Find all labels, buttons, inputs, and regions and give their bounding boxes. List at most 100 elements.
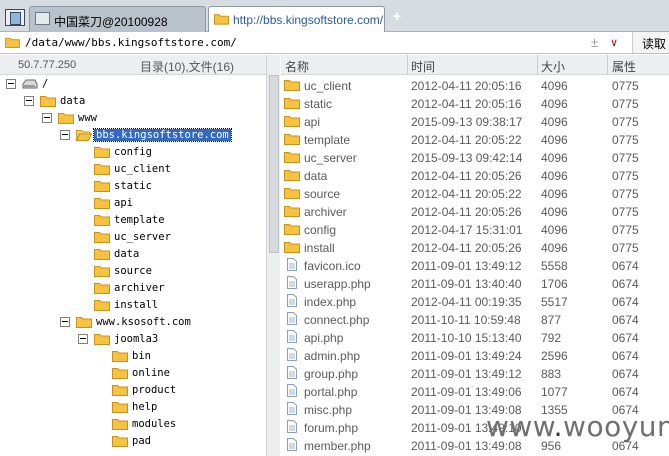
tab-chinese-chopper[interactable]: 中国菜刀@20100928 bbox=[29, 6, 206, 32]
tree-item[interactable]: help bbox=[0, 399, 266, 416]
tree-item[interactable]: install bbox=[0, 297, 266, 314]
path-input[interactable]: /data/www/bbs.kingsoftstore.com/ bbox=[25, 36, 237, 49]
tree-item[interactable]: www bbox=[0, 110, 266, 127]
tree-item-label: template bbox=[114, 214, 165, 226]
tree-item[interactable]: bbs.kingsoftstore.com bbox=[0, 127, 266, 144]
file-row[interactable]: index.php 2012-04-11 00:19:35 5517 0674 bbox=[281, 292, 669, 310]
file-attr: 0674 bbox=[612, 367, 639, 381]
app-menu-icon[interactable] bbox=[5, 9, 25, 26]
collapse-toggle[interactable] bbox=[60, 130, 70, 140]
window-icon bbox=[35, 12, 50, 25]
file-icon bbox=[287, 330, 297, 343]
file-attr: 0775 bbox=[612, 169, 639, 183]
file-icon bbox=[287, 366, 297, 379]
column-size[interactable]: 大小 bbox=[541, 58, 565, 75]
file-attr: 0775 bbox=[612, 133, 639, 147]
tree-item[interactable]: bin bbox=[0, 348, 266, 365]
file-row[interactable]: connect.php 2011-10-11 10:59:48 877 0674 bbox=[281, 310, 669, 328]
add-bookmark-button[interactable]: ± bbox=[591, 35, 598, 50]
tree-item[interactable]: online bbox=[0, 365, 266, 382]
tree-item[interactable]: modules bbox=[0, 416, 266, 433]
collapse-toggle[interactable] bbox=[6, 79, 16, 89]
tree-item[interactable]: uc_server bbox=[0, 229, 266, 246]
collapse-toggle[interactable] bbox=[42, 113, 52, 123]
chevron-down-icon[interactable]: ∨ bbox=[610, 36, 618, 49]
file-size: 5558 bbox=[541, 259, 568, 273]
tree-scrollbar[interactable] bbox=[266, 55, 280, 456]
file-row[interactable]: uc_client 2012-04-11 20:05:16 4096 0775 bbox=[281, 76, 669, 94]
folder-icon bbox=[94, 164, 110, 175]
new-tab-button[interactable]: + bbox=[390, 9, 404, 24]
tree-item[interactable]: www.ksosoft.com bbox=[0, 314, 266, 331]
tree-item[interactable]: archiver bbox=[0, 280, 266, 297]
tree-item-label: data bbox=[60, 95, 86, 107]
column-divider[interactable] bbox=[607, 55, 608, 75]
column-name[interactable]: 名称 bbox=[285, 58, 309, 75]
tree-item[interactable]: data bbox=[0, 93, 266, 110]
file-name: portal.php bbox=[304, 385, 358, 399]
scrollbar-thumb[interactable] bbox=[269, 75, 279, 253]
file-name: forum.php bbox=[304, 421, 359, 435]
file-size: 4096 bbox=[541, 241, 568, 255]
tree-header: 50.7.77.250 目录(10),文件(16) bbox=[0, 55, 268, 75]
folder-icon bbox=[284, 242, 300, 253]
tree-item[interactable]: template bbox=[0, 212, 266, 229]
tree-item[interactable]: uc_client bbox=[0, 161, 266, 178]
tree-item[interactable]: joomla3 bbox=[0, 331, 266, 348]
file-time: 2011-10-10 15:13:40 bbox=[411, 331, 522, 345]
file-time: 2012-04-11 20:05:26 bbox=[411, 241, 522, 255]
file-row[interactable]: api 2015-09-13 09:38:17 4096 0775 bbox=[281, 112, 669, 130]
folder-icon bbox=[94, 249, 110, 260]
file-row[interactable]: portal.php 2011-09-01 13:49:06 1077 0674 bbox=[281, 382, 669, 400]
read-button[interactable]: 读取 bbox=[632, 32, 669, 53]
file-size: 4096 bbox=[541, 133, 568, 147]
tab-bbs-kingsoftstore[interactable]: http://bbs.kingsoftstore.com/... bbox=[208, 6, 385, 32]
file-attr: 0674 bbox=[612, 349, 639, 363]
file-attr: 0775 bbox=[612, 97, 639, 111]
file-time: 2015-09-13 09:38:17 bbox=[411, 115, 523, 129]
tree-item-label: www bbox=[78, 112, 97, 124]
column-divider[interactable] bbox=[537, 55, 538, 75]
file-icon bbox=[287, 312, 297, 325]
folder-open-icon bbox=[76, 130, 92, 141]
file-row[interactable]: api.php 2011-10-10 15:13:40 792 0674 bbox=[281, 328, 669, 346]
file-row[interactable]: uc_server 2015-09-13 09:42:14 4096 0775 bbox=[281, 148, 669, 166]
file-row[interactable]: archiver 2012-04-11 20:05:26 4096 0775 bbox=[281, 202, 669, 220]
tree-item[interactable]: api bbox=[0, 195, 266, 212]
file-attr: 0674 bbox=[612, 259, 639, 273]
file-name: uc_server bbox=[304, 151, 357, 165]
file-attr: 0674 bbox=[612, 331, 639, 345]
file-row[interactable]: userapp.php 2011-09-01 13:40:40 1706 0674 bbox=[281, 274, 669, 292]
file-row[interactable]: group.php 2011-09-01 13:49:12 883 0674 bbox=[281, 364, 669, 382]
file-attr: 0775 bbox=[612, 223, 639, 237]
tree-item[interactable]: source bbox=[0, 263, 266, 280]
tree-item-label: online bbox=[132, 367, 170, 379]
tree-item[interactable]: pad bbox=[0, 433, 266, 450]
collapse-toggle[interactable] bbox=[24, 96, 34, 106]
column-attr[interactable]: 属性 bbox=[612, 58, 636, 75]
file-icon bbox=[287, 348, 297, 361]
file-time: 2012-04-11 00:19:35 bbox=[411, 295, 522, 309]
tree-item[interactable]: static bbox=[0, 178, 266, 195]
file-row[interactable]: source 2012-04-11 20:05:22 4096 0775 bbox=[281, 184, 669, 202]
tree-item[interactable]: / bbox=[0, 76, 266, 93]
tree-item[interactable]: data bbox=[0, 246, 266, 263]
file-name: install bbox=[304, 241, 335, 255]
tree-item[interactable]: config bbox=[0, 144, 266, 161]
file-row[interactable]: config 2012-04-17 15:31:01 4096 0775 bbox=[281, 220, 669, 238]
file-row[interactable]: template 2012-04-11 20:05:22 4096 0775 bbox=[281, 130, 669, 148]
collapse-toggle[interactable] bbox=[60, 317, 70, 327]
column-divider[interactable] bbox=[407, 55, 408, 75]
collapse-toggle[interactable] bbox=[78, 334, 88, 344]
file-name: static bbox=[304, 97, 333, 111]
column-time[interactable]: 时间 bbox=[411, 58, 435, 75]
file-name: api bbox=[304, 115, 321, 129]
file-row[interactable]: static 2012-04-11 20:05:16 4096 0775 bbox=[281, 94, 669, 112]
file-row[interactable]: admin.php 2011-09-01 13:49:24 2596 0674 bbox=[281, 346, 669, 364]
file-row[interactable]: data 2012-04-11 20:05:26 4096 0775 bbox=[281, 166, 669, 184]
folder-icon bbox=[112, 368, 128, 379]
file-time: 2011-09-01 13:40:40 bbox=[411, 277, 522, 291]
file-row[interactable]: favicon.ico 2011-09-01 13:49:12 5558 0674 bbox=[281, 256, 669, 274]
file-row[interactable]: install 2012-04-11 20:05:26 4096 0775 bbox=[281, 238, 669, 256]
tree-item[interactable]: product bbox=[0, 382, 266, 399]
